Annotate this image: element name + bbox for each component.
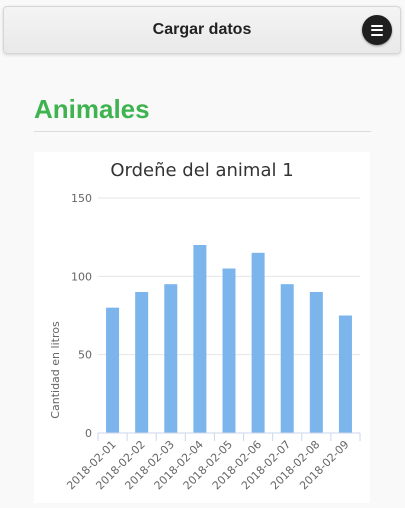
y-tick-label: 150	[71, 192, 92, 205]
menu-line	[371, 33, 383, 36]
menu-line	[371, 24, 383, 27]
page-title: Animales	[34, 94, 150, 124]
hamburger-menu-icon[interactable]	[362, 15, 392, 45]
bar	[106, 307, 120, 433]
chart-card: Ordeñe del animal 1 Cantidad en litros 0…	[34, 152, 370, 503]
menu-line	[371, 29, 383, 31]
bar	[280, 284, 294, 433]
y-tick-label: 50	[78, 349, 92, 362]
chart-title: Ordeñe del animal 1	[110, 160, 293, 181]
y-axis-ticks: 0 50 100 150	[71, 192, 92, 440]
y-tick-label: 0	[85, 427, 92, 440]
y-axis-label: Cantidad en litros	[49, 321, 62, 419]
bar-chart: Ordeñe del animal 1 Cantidad en litros 0…	[49, 160, 361, 492]
header-title[interactable]: Cargar datos	[4, 21, 400, 39]
bar	[338, 315, 352, 433]
y-tick-label: 100	[71, 270, 92, 283]
bar	[193, 245, 207, 433]
bar	[222, 268, 236, 433]
x-axis-ticks: 2018-02-012018-02-022018-02-032018-02-04…	[64, 433, 361, 492]
bar	[135, 292, 149, 433]
bar	[251, 252, 265, 433]
divider	[34, 131, 371, 132]
bar	[309, 292, 323, 433]
top-bar: Cargar datos	[3, 6, 401, 54]
bars	[106, 245, 352, 433]
bar	[164, 284, 178, 433]
